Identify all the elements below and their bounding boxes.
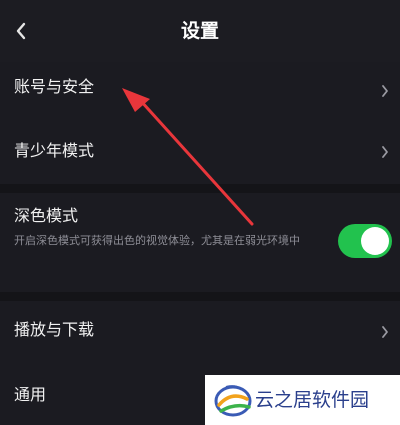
chevron-right-icon <box>382 146 388 158</box>
dark-mode-toggle[interactable] <box>338 224 392 258</box>
settings-item-label: 通用 <box>14 385 47 404</box>
settings-item-play-download[interactable]: 播放与下载 <box>0 301 400 359</box>
settings-item-label: 账号与安全 <box>14 77 95 96</box>
settings-item-teen-mode[interactable]: 青少年模式 <box>0 124 400 180</box>
settings-item-account-security[interactable]: 账号与安全 <box>0 62 400 120</box>
chevron-right-icon <box>382 326 388 338</box>
dark-mode-label: 深色模式 <box>14 206 79 225</box>
chevron-right-icon <box>382 85 388 97</box>
section-divider <box>0 184 400 193</box>
toggle-knob <box>361 227 389 255</box>
dark-mode-description: 开启深色模式可获得出色的视觉体验，尤其是在弱光环境中 <box>14 234 300 247</box>
top-bar: 设置 <box>0 0 400 62</box>
watermark: 云之居软件园 <box>205 375 400 425</box>
watermark-text: 云之居软件园 <box>255 389 370 411</box>
section-divider <box>0 292 400 301</box>
settings-item-label: 播放与下载 <box>14 320 95 339</box>
watermark-logo-icon <box>214 385 252 417</box>
settings-item-label: 青少年模式 <box>14 141 95 160</box>
page-title: 设置 <box>180 20 219 42</box>
